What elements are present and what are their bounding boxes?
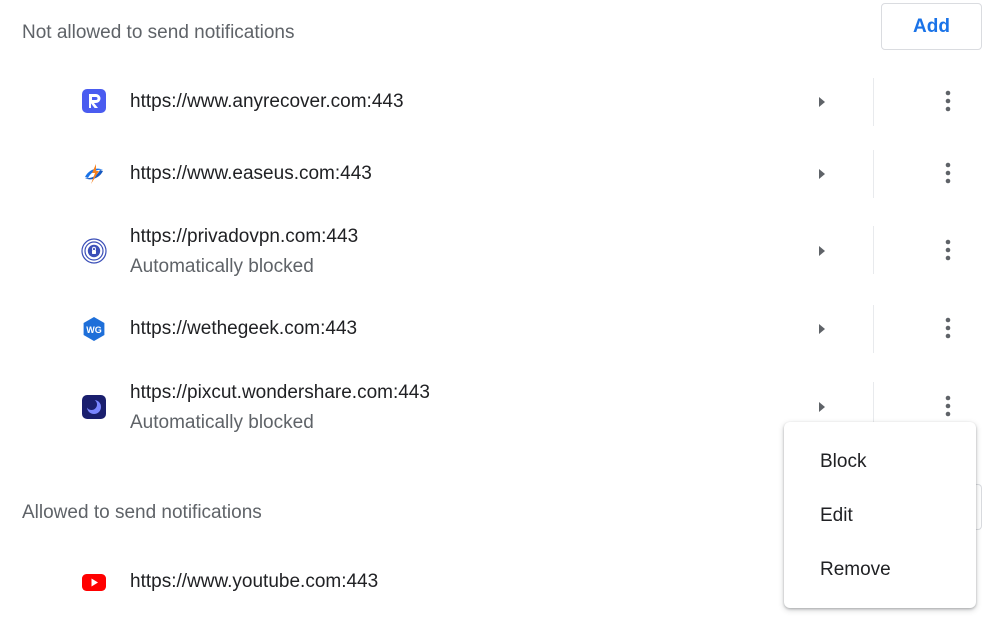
arrow-right-icon[interactable] bbox=[816, 322, 828, 336]
arrow-right-icon[interactable] bbox=[816, 167, 828, 181]
menu-item-edit[interactable]: Edit bbox=[784, 489, 976, 543]
svg-text:WG: WG bbox=[86, 325, 102, 335]
site-row-anyrecover[interactable]: https://www.anyrecover.com:443 bbox=[0, 78, 991, 126]
site-row-easeus[interactable]: https://www.easeus.com:443 bbox=[0, 150, 991, 198]
more-vert-icon[interactable] bbox=[938, 161, 958, 187]
site-url: https://pixcut.wondershare.com:443 bbox=[130, 382, 430, 403]
menu-item-remove[interactable]: Remove bbox=[784, 543, 976, 597]
site-row-privadovpn[interactable]: https://privadovpn.com:443 Automatically… bbox=[0, 226, 991, 278]
pixcut-favicon-icon bbox=[81, 394, 107, 420]
privadovpn-favicon-icon bbox=[81, 238, 107, 264]
wethegeek-favicon-icon: WG bbox=[81, 316, 107, 342]
site-context-menu: Block Edit Remove bbox=[784, 422, 976, 608]
more-vert-icon[interactable] bbox=[938, 316, 958, 342]
site-row-wethegeek[interactable]: WG https://wethegeek.com:443 bbox=[0, 305, 991, 353]
site-status: Automatically blocked bbox=[130, 256, 314, 277]
arrow-right-icon[interactable] bbox=[816, 244, 828, 258]
row-divider bbox=[873, 305, 874, 353]
blocked-section-title: Not allowed to send notifications bbox=[22, 22, 295, 43]
row-divider bbox=[873, 78, 874, 126]
site-url: https://privadovpn.com:443 bbox=[130, 226, 359, 247]
row-divider bbox=[873, 150, 874, 198]
more-vert-icon[interactable] bbox=[938, 238, 958, 264]
easeus-favicon-icon bbox=[81, 161, 107, 187]
anyrecover-favicon-icon bbox=[81, 88, 107, 114]
more-vert-icon[interactable] bbox=[938, 89, 958, 115]
arrow-right-icon[interactable] bbox=[816, 400, 828, 414]
site-url: https://www.easeus.com:443 bbox=[130, 163, 372, 184]
site-url: https://www.anyrecover.com:443 bbox=[130, 91, 404, 112]
site-status: Automatically blocked bbox=[130, 412, 314, 433]
allowed-section-title: Allowed to send notifications bbox=[22, 502, 262, 523]
more-vert-icon[interactable] bbox=[938, 394, 958, 420]
site-url: https://www.youtube.com:443 bbox=[130, 571, 379, 592]
site-url: https://wethegeek.com:443 bbox=[130, 318, 358, 339]
menu-item-block[interactable]: Block bbox=[784, 435, 976, 489]
add-button[interactable]: Add bbox=[881, 3, 982, 50]
arrow-right-icon[interactable] bbox=[816, 95, 828, 109]
youtube-favicon-icon bbox=[81, 569, 107, 595]
row-divider bbox=[873, 226, 874, 274]
